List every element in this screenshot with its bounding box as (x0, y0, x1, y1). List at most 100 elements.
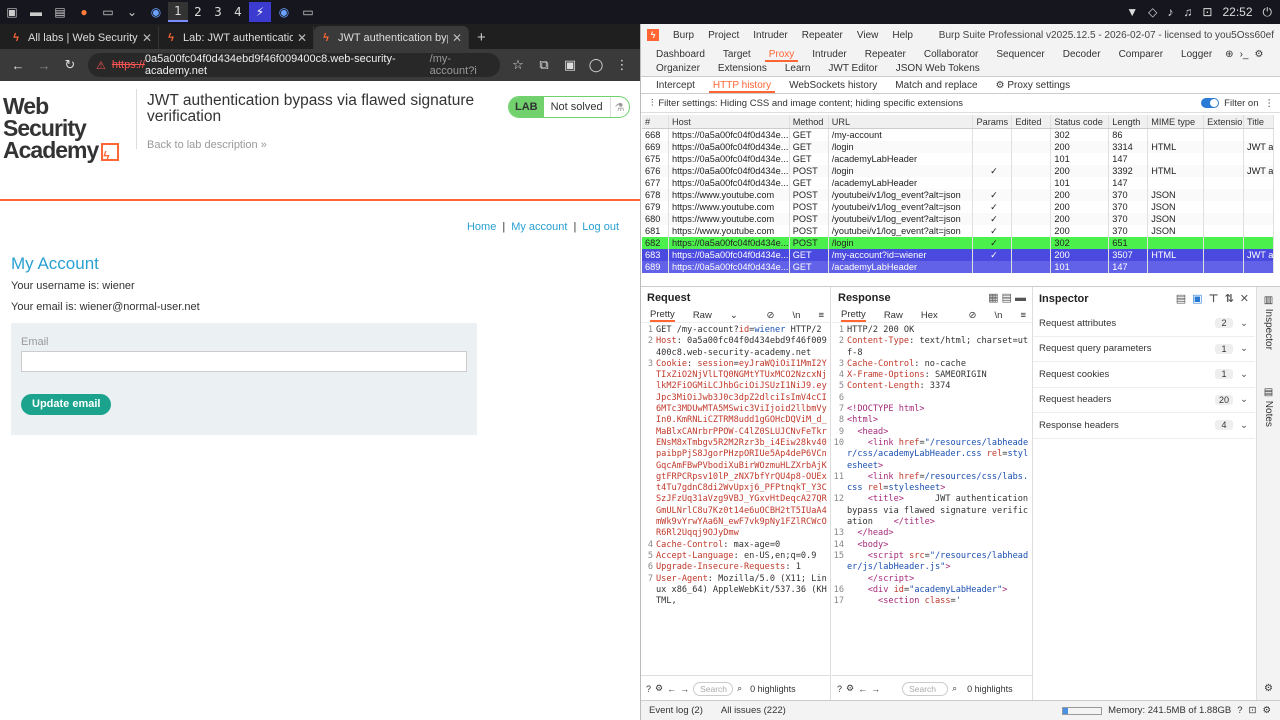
layout-icon[interactable]: ▤ (1176, 287, 1186, 311)
help-icon[interactable]: ? (1237, 705, 1242, 716)
response-body[interactable]: 1 HTTP/2 200 OK 2 Content-Type: text/html;… (832, 323, 1032, 607)
tab-learn[interactable]: Learn (781, 61, 815, 76)
workspace-4[interactable]: 4 (228, 2, 248, 22)
chevron-down-icon[interactable]: ⌄ (121, 2, 143, 22)
split-icon[interactable]: ⇅ (1225, 287, 1234, 311)
inspector-section-request-cookies[interactable]: Request cookies 1 ⌄ (1033, 362, 1255, 388)
cmd-icon[interactable]: ›_ (1240, 49, 1249, 60)
globe-icon[interactable]: ⊕ (1225, 49, 1233, 60)
table-row[interactable]: 677 https://0a5a00fc04f0d434e... GET/acade… (642, 177, 1274, 189)
column-header[interactable]: Host (669, 115, 790, 128)
layout-active-icon[interactable]: ▣ (1192, 287, 1202, 311)
browser-tab[interactable]: ϟ Lab: JWT authentication b ✕ (159, 26, 314, 49)
table-row[interactable]: 682 https://0a5a00fc04f0d434e... POST/logi… (642, 237, 1274, 249)
sidebar-tab-inspector[interactable]: ▥ Inspector (1263, 295, 1274, 350)
column-header[interactable]: Status code (1051, 115, 1110, 128)
help-icon[interactable]: ? (837, 684, 842, 694)
firefox-icon[interactable]: ● (73, 2, 95, 22)
tab-intruder[interactable]: Intruder (808, 47, 850, 62)
proxy-settings-button[interactable]: ⚙ Proxy settings (992, 78, 1075, 93)
settings-icon[interactable]: ⚙ (1262, 705, 1271, 716)
no-wrap-icon[interactable]: ⊘ (969, 310, 977, 321)
request-body[interactable]: 1 GET /my-account?id=wiener HTTP/2 2 Host:… (641, 323, 830, 607)
tab-collaborator[interactable]: Collaborator (920, 47, 982, 62)
wifi-icon[interactable]: ▼ (1126, 5, 1138, 19)
profile-icon[interactable]: ◯ (584, 53, 608, 77)
chrome-icon[interactable]: ◉ (145, 2, 167, 22)
column-header[interactable]: Params (973, 115, 1013, 128)
workspace-2[interactable]: 2 (188, 2, 208, 22)
bell-icon[interactable]: ♫ (1183, 5, 1192, 19)
menu-icon[interactable]: ≡ (1020, 310, 1026, 321)
column-header[interactable]: Length (1109, 115, 1149, 128)
gear-icon[interactable]: ⚙ (655, 683, 663, 694)
tab-json-web-tokens[interactable]: JSON Web Tokens (892, 61, 984, 76)
bookmark-icon[interactable]: ☆ (506, 53, 530, 77)
terminal-task-icon[interactable]: ▭ (297, 2, 319, 22)
menu-burp[interactable]: Burp (673, 30, 694, 41)
inspector-section-request-attributes[interactable]: Request attributes 2 ⌄ (1033, 311, 1255, 337)
column-header[interactable]: MIME type (1148, 115, 1205, 128)
home-link[interactable]: Home (467, 221, 496, 233)
tab-websockets-history[interactable]: WebSockets history (785, 78, 881, 93)
table-row[interactable]: 683 https://0a5a00fc04f0d434e... GET/my-ac… (642, 249, 1274, 261)
tab-proxy[interactable]: Proxy (764, 47, 799, 62)
close-icon[interactable]: ✕ (1240, 287, 1249, 311)
table-row[interactable]: 668 https://0a5a00fc04f0d434e... GET/my-ac… (642, 129, 1274, 141)
back-icon[interactable]: ← (6, 53, 30, 77)
prev-icon[interactable]: ← (667, 684, 676, 694)
tab-intercept[interactable]: Intercept (652, 78, 699, 93)
tab-pretty[interactable]: Pretty (841, 309, 866, 322)
tab-match-and-replace[interactable]: Match and replace (891, 78, 981, 93)
chrome-task-icon[interactable]: ◉ (273, 2, 295, 22)
more-icon[interactable]: ⋮ (1265, 98, 1275, 109)
shield-icon[interactable]: ◇ (1148, 5, 1157, 19)
volume-icon[interactable]: ♪ (1167, 5, 1173, 19)
table-row[interactable]: 669 https://0a5a00fc04f0d434e... GET/login… (642, 141, 1274, 153)
url-field[interactable]: ⚠ https://0a5a00fc04f0d434ebd9f46f009400… (88, 53, 500, 77)
inspector-section-response-headers[interactable]: Response headers 4 ⌄ (1033, 413, 1255, 439)
workspace-3[interactable]: 3 (208, 2, 228, 22)
table-row[interactable]: 679 https://www.youtube.com POST/youtubei/… (642, 201, 1274, 213)
tab-raw[interactable]: Raw (884, 310, 903, 321)
chevron-down-icon[interactable]: ⌄ (730, 310, 738, 321)
inspector-section-request-headers[interactable]: Request headers 20 ⌄ (1033, 388, 1255, 413)
gear-icon[interactable]: ⚙ (846, 683, 854, 694)
close-icon[interactable]: ✕ (142, 31, 152, 45)
close-icon[interactable]: ✕ (297, 31, 307, 45)
filter-bar[interactable]: ⫶ Filter settings: Hiding CSS and image … (641, 94, 1280, 113)
my-account-link[interactable]: My account (511, 221, 567, 233)
desktop-icon[interactable]: ▬ (25, 2, 47, 22)
tab-organizer[interactable]: Organizer (652, 61, 704, 76)
power-icon[interactable]: ⏻ (1263, 5, 1273, 20)
menu-help[interactable]: Help (892, 30, 913, 41)
no-wrap-icon[interactable]: ⊘ (767, 310, 775, 321)
table-row[interactable]: 689 https://0a5a00fc04f0d434e... GET/acade… (642, 261, 1274, 273)
menu-intruder[interactable]: Intruder (753, 30, 787, 41)
tab-hex[interactable]: Hex (921, 310, 938, 321)
lock-icon[interactable]: ⊡ (1202, 5, 1212, 19)
lock-icon[interactable]: ⊡ (1249, 705, 1257, 716)
academy-logo[interactable]: Web Security Academy ϟ (3, 95, 135, 163)
table-row[interactable]: 680 https://www.youtube.com POST/youtubei/… (642, 213, 1274, 225)
column-header[interactable]: Edited (1012, 115, 1052, 128)
newline-icon[interactable]: \n (793, 310, 801, 321)
help-icon[interactable]: ? (646, 684, 651, 694)
next-icon[interactable]: → (680, 684, 689, 694)
align-top-icon[interactable]: ⊤ (1209, 287, 1219, 311)
layout-icons[interactable]: ▦ ▤ ▬ (988, 287, 1026, 309)
email-field[interactable] (21, 351, 467, 372)
column-header[interactable]: Extension (1204, 115, 1245, 128)
new-tab-icon[interactable]: + (469, 26, 494, 49)
table-row[interactable]: 678 https://www.youtube.com POST/youtubei/… (642, 189, 1274, 201)
tab-decoder[interactable]: Decoder (1059, 47, 1105, 62)
inspector-section-request-query-parameters[interactable]: Request query parameters 1 ⌄ (1033, 337, 1255, 362)
forward-icon[interactable]: → (32, 53, 56, 77)
log-out-link[interactable]: Log out (582, 221, 619, 233)
newline-icon[interactable]: \n (995, 310, 1003, 321)
tab-comparer[interactable]: Comparer (1115, 47, 1167, 62)
menu-icon[interactable]: ⋮ (610, 53, 634, 77)
insecure-icon[interactable]: ⚠ (96, 59, 106, 72)
tab-target[interactable]: Target (719, 47, 755, 62)
browser-tab[interactable]: ϟ All labs | Web Security Ac ✕ (4, 26, 159, 49)
